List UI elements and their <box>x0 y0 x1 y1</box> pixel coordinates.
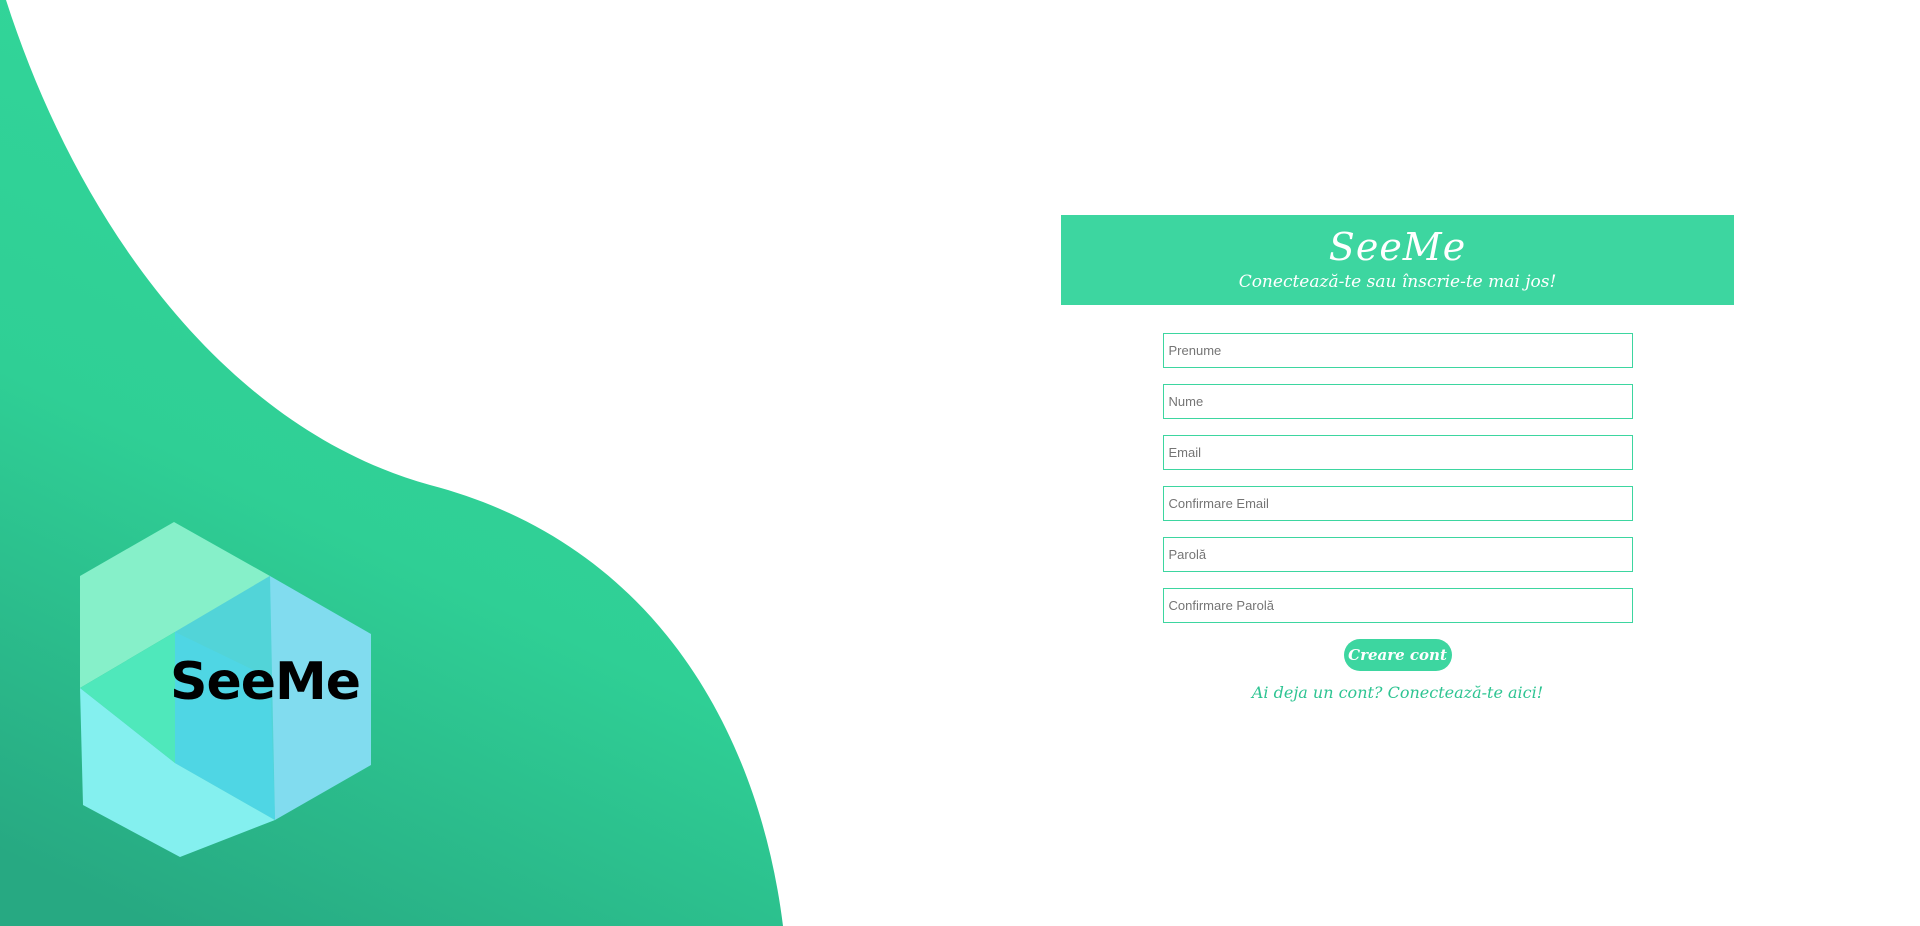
confirm-email-input[interactable] <box>1162 486 1633 521</box>
signup-panel: SeeMe Conectează-te sau înscrie-te mai j… <box>1061 215 1734 702</box>
page-title: SeeMe <box>1328 225 1467 269</box>
logo-text: SeeMe <box>170 652 361 712</box>
login-link[interactable]: Ai deja un cont? Conectează-te aici! <box>1252 683 1543 702</box>
email-input[interactable] <box>1162 435 1633 470</box>
password-input[interactable] <box>1162 537 1633 572</box>
signup-form: Creare cont Ai deja un cont? Conectează-… <box>1061 333 1734 702</box>
page-subtitle: Conectează-te sau înscrie-te mai jos! <box>1238 272 1557 292</box>
signup-header: SeeMe Conectează-te sau înscrie-te mai j… <box>1061 215 1734 305</box>
signup-page: SeeMe SeeMe Conectează-te sau înscrie-te… <box>0 0 1920 926</box>
confirm-password-input[interactable] <box>1162 588 1633 623</box>
create-account-button[interactable]: Creare cont <box>1343 639 1452 671</box>
first-name-input[interactable] <box>1162 333 1633 368</box>
last-name-input[interactable] <box>1162 384 1633 419</box>
